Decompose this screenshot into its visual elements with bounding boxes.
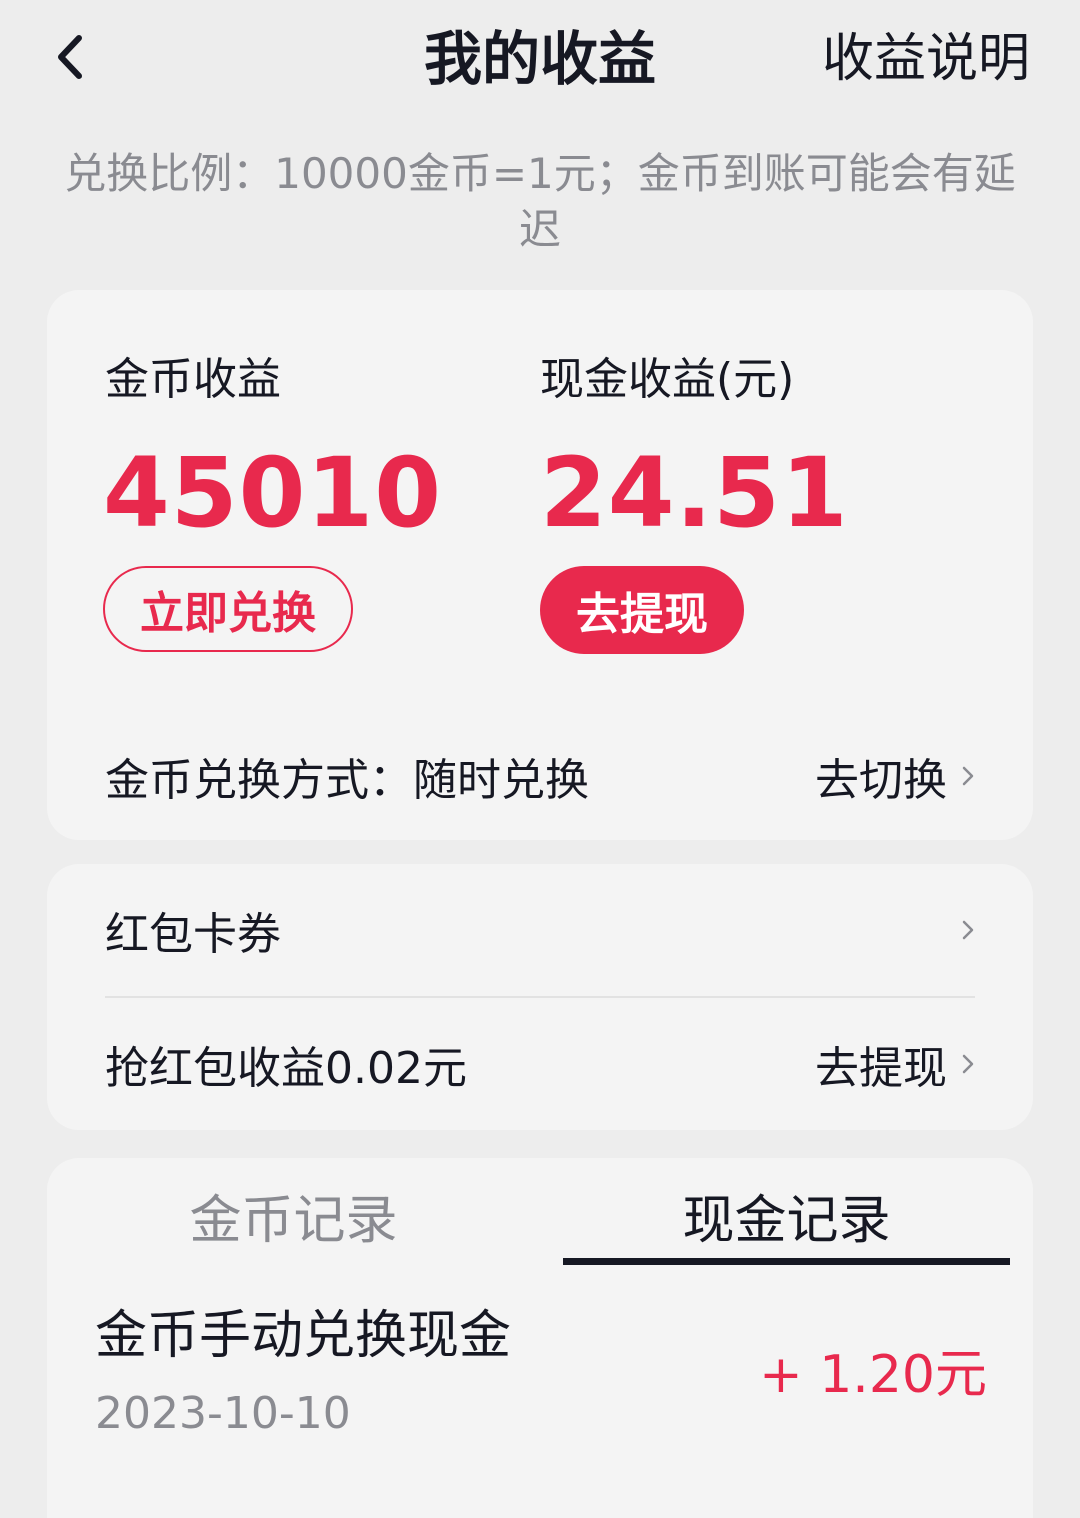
header-bar: 我的收益 收益说明 [0,0,1080,120]
earnings-help-link[interactable]: 收益说明 [822,24,1030,94]
chevron-right-icon [961,918,975,942]
red-packet-earnings-label: 抢红包收益0.02元 [105,1043,467,1094]
cash-earnings-value: 24.51 [540,437,849,549]
cash-earnings-label: 现金收益(元) [540,354,795,405]
exchange-mode-row: 金币兑换方式：随时兑换 去切换 [105,736,975,816]
withdraw-button[interactable]: 去提现 [540,566,744,654]
switch-exchange-mode-label: 去切换 [815,755,947,806]
active-tab-indicator [563,1258,1010,1265]
record-amount: + 1.20元 [759,1345,987,1405]
exchange-rate-note: 兑换比例：10000金币=1元；金币到账可能会有延迟 [64,149,1016,254]
tab-cash-records[interactable]: 现金记录 [540,1186,1033,1256]
coin-earnings-label: 金币收益 [105,354,281,405]
list-divider [105,996,975,998]
tab-coin-records[interactable]: 金币记录 [47,1186,540,1256]
exchange-mode-label: 金币兑换方式：随时兑换 [105,755,589,806]
chevron-right-icon [961,1052,975,1076]
record-date: 2023-10-10 [95,1388,351,1439]
red-packet-withdraw-button[interactable]: 去提现 [815,1032,975,1096]
coupons-row[interactable]: 红包卡券 [105,890,975,970]
records-card: 金币记录 现金记录 金币手动兑换现金 2023-10-10 + 1.20元 [47,1158,1033,1518]
exchange-now-button[interactable]: 立即兑换 [103,566,353,652]
coin-earnings-value: 45010 [103,437,442,549]
rewards-list-card: 红包卡券 抢红包收益0.02元 去提现 [47,864,1033,1130]
red-packet-row: 抢红包收益0.02元 去提现 [105,1024,975,1104]
earnings-card: 金币收益 45010 立即兑换 现金收益(元) 24.51 去提现 金币兑换方式… [47,290,1033,840]
chevron-right-icon [961,764,975,788]
switch-exchange-mode-button[interactable]: 去切换 [815,744,975,808]
red-packet-withdraw-label: 去提现 [815,1043,947,1094]
record-title: 金币手动兑换现金 [95,1306,512,1366]
coupons-label: 红包卡券 [105,909,281,960]
coupons-arrow[interactable] [947,918,975,942]
